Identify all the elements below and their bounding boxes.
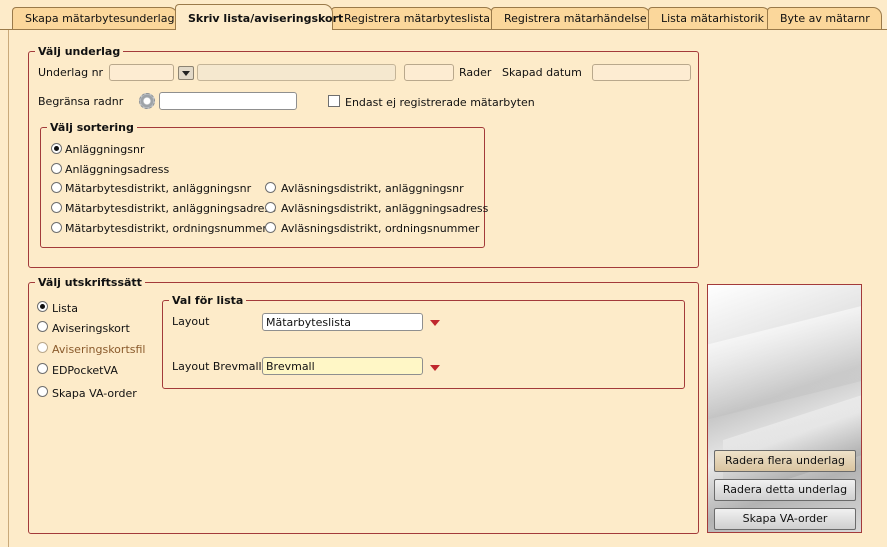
rader-field	[404, 64, 454, 81]
endast-ej-registrerade-label: Endast ej registrerade mätarbyten	[345, 96, 535, 109]
tab-bar: Skapa mätarbytesunderlag Registrera mäta…	[0, 0, 887, 30]
underlag-nr-label: Underlag nr	[38, 66, 104, 79]
valj-sortering-legend: Välj sortering	[50, 121, 134, 134]
sort-radio-avlasningsdistrikt-ordningsnummer[interactable]	[265, 222, 276, 233]
sort-radio-anlaggningsnr[interactable]	[51, 143, 62, 154]
begransa-radnr-input[interactable]	[159, 92, 297, 110]
layout-value: Mätarbyteslista	[266, 316, 352, 329]
sort-radio-matarbytesdistrikt-ordningsnummer[interactable]	[51, 222, 62, 233]
rader-label: Rader	[459, 66, 492, 79]
sort-radio-avlasningsdistrikt-anlaggningsnr[interactable]	[265, 182, 276, 193]
sort-label-anlaggningsadress: Anläggningsadress	[65, 163, 170, 176]
sort-radio-anlaggningsadress[interactable]	[51, 163, 62, 174]
tab-label: Registrera mätarhändelse	[504, 12, 647, 25]
gear-icon[interactable]	[139, 93, 155, 109]
sort-label-matarbytesdistrikt-anlaggningsadress: Mätarbytesdistrikt, anläggningsadress	[65, 202, 276, 215]
sort-radio-matarbytesdistrikt-anlaggningsadress[interactable]	[51, 202, 62, 213]
utskrift-radio-edpocketva[interactable]	[37, 363, 48, 374]
tab-label: Skriv lista/aviseringskort	[188, 12, 344, 25]
begransa-radnr-label: Begränsa radnr	[38, 95, 124, 108]
tab-label: Registrera mätarbyteslista	[344, 12, 491, 25]
sort-radio-matarbytesdistrikt-anlaggningsnr[interactable]	[51, 182, 62, 193]
val-for-lista-group: Val för lista	[162, 294, 685, 389]
skapad-datum-field	[592, 64, 691, 81]
sort-label-matarbytesdistrikt-ordningsnummer: Mätarbytesdistrikt, ordningsnummer	[65, 222, 267, 235]
layout-brevmall-label: Layout Brevmall	[172, 360, 262, 373]
endast-ej-registrerade-checkbox[interactable]	[328, 95, 340, 107]
val-for-lista-legend: Val för lista	[172, 294, 244, 307]
tab-byte-av-matarnr[interactable]: Byte av mätarnr	[767, 7, 882, 29]
utskrift-label-skapa-va-order: Skapa VA-order	[52, 387, 137, 400]
tab-lista-matarhistorik[interactable]: Lista mätarhistorik	[648, 7, 771, 29]
utskrift-radio-lista[interactable]	[37, 301, 48, 312]
layout-label: Layout	[172, 315, 210, 328]
skapad-datum-label: Skapad datum	[502, 66, 582, 79]
underlag-description-field	[197, 64, 396, 81]
utskrift-radio-aviseringskortsfil	[37, 342, 48, 353]
utskrift-label-aviseringskort: Aviseringskort	[52, 322, 130, 335]
radera-flera-underlag-button[interactable]: Radera flera underlag	[714, 450, 856, 472]
underlag-nr-field[interactable]	[109, 64, 174, 81]
sort-label-matarbytesdistrikt-anlaggningsnr: Mätarbytesdistrikt, anläggningsnr	[65, 182, 252, 195]
tab-label: Byte av mätarnr	[780, 12, 870, 25]
valj-utskriftssatt-legend: Välj utskriftssätt	[38, 276, 142, 289]
sort-label-avlasningsdistrikt-anlaggningsadress: Avläsningsdistrikt, anläggningsadress	[281, 202, 489, 215]
tab-skriv-lista-aviseringskort[interactable]: Skriv lista/aviseringskort	[175, 4, 343, 30]
valj-underlag-legend: Välj underlag	[38, 45, 121, 58]
layout-brevmall-dropdown-arrow-icon[interactable]	[427, 361, 443, 375]
skapa-va-order-button[interactable]: Skapa VA-order	[714, 508, 856, 530]
utskrift-label-edpocketva: EDPocketVA	[52, 364, 118, 377]
utskrift-label-lista: Lista	[52, 302, 78, 315]
sort-label-avlasningsdistrikt-anlaggningsnr: Avläsningsdistrikt, anläggningsnr	[281, 182, 464, 195]
layout-select[interactable]: Mätarbyteslista	[262, 313, 423, 331]
tab-label: Lista mätarhistorik	[661, 12, 765, 25]
sort-label-avlasningsdistrikt-ordningsnummer: Avläsningsdistrikt, ordningsnummer	[281, 222, 480, 235]
tab-skapa-matarbytesunderlag[interactable]: Skapa mätarbytesunderlag	[12, 7, 178, 29]
layout-brevmall-select[interactable]: Brevmall	[262, 357, 423, 375]
layout-brevmall-value: Brevmall	[266, 360, 315, 373]
utskrift-label-aviseringskortsfil: Aviseringskortsfil	[52, 343, 146, 356]
tab-registrera-matarhandelse[interactable]: Registrera mätarhändelse	[491, 7, 651, 29]
layout-dropdown-arrow-icon[interactable]	[427, 316, 443, 330]
radera-detta-underlag-button[interactable]: Radera detta underlag	[714, 479, 856, 501]
underlag-nr-dropdown-button[interactable]	[178, 66, 194, 80]
tab-label: Skapa mätarbytesunderlag	[25, 12, 175, 25]
sort-radio-avlasningsdistrikt-anlaggningsadress[interactable]	[265, 202, 276, 213]
utskrift-radio-skapa-va-order[interactable]	[37, 386, 48, 397]
utskrift-radio-aviseringskort[interactable]	[37, 321, 48, 332]
sort-label-anlaggningsnr: Anläggningsnr	[65, 143, 145, 156]
tab-registrera-matarbyteslista[interactable]: Registrera mätarbyteslista	[331, 7, 494, 29]
